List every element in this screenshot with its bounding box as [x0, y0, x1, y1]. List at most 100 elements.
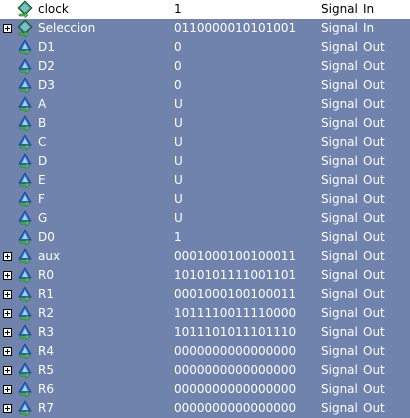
- signal-list: clock 1 Signal In Seleccion 0110000010101001 S…: [0, 0, 410, 418]
- signal-row[interactable]: C U Signal Out: [0, 133, 410, 152]
- expand-plus-icon[interactable]: [3, 385, 12, 394]
- signal-direction: Out: [363, 363, 385, 377]
- expand-plus-icon[interactable]: [3, 24, 12, 33]
- signal-row[interactable]: Seleccion 0110000010101001 Signal In: [0, 19, 410, 38]
- signal-type: Signal: [321, 249, 358, 263]
- signal-row[interactable]: E U Signal Out: [0, 171, 410, 190]
- signal-row[interactable]: F U Signal Out: [0, 190, 410, 209]
- signal-type: Signal: [321, 382, 358, 396]
- signal-name: Seleccion: [38, 21, 96, 35]
- output-signal-icon: [16, 57, 34, 76]
- output-signal-icon: [16, 152, 34, 171]
- signal-name: D3: [38, 78, 55, 92]
- signal-name: R4: [38, 344, 54, 358]
- signal-row[interactable]: D1 0 Signal Out: [0, 38, 410, 57]
- signal-type: Signal: [321, 116, 358, 130]
- signal-row[interactable]: R7 0000000000000000 Signal Out: [0, 399, 410, 418]
- signal-row[interactable]: clock 1 Signal In: [0, 0, 410, 19]
- signal-value: 0: [174, 78, 182, 92]
- signal-value: U: [174, 135, 183, 149]
- output-signal-icon: [16, 323, 34, 342]
- signal-value: 1011101011101110: [174, 325, 297, 339]
- signal-type: Signal: [321, 287, 358, 301]
- signal-row[interactable]: R1 0001000100100011 Signal Out: [0, 285, 410, 304]
- signal-direction: Out: [363, 287, 385, 301]
- signal-name: R1: [38, 287, 54, 301]
- output-signal-icon: [16, 38, 34, 57]
- signal-value: 1011110011110000: [174, 306, 297, 320]
- signal-value: 0000000000000000: [174, 382, 297, 396]
- expand-plus-icon[interactable]: [3, 366, 12, 375]
- signal-direction: In: [363, 21, 375, 35]
- signal-row[interactable]: D U Signal Out: [0, 152, 410, 171]
- signal-direction: Out: [363, 154, 385, 168]
- expand-plus-icon[interactable]: [3, 309, 12, 318]
- signal-row[interactable]: R5 0000000000000000 Signal Out: [0, 361, 410, 380]
- signal-direction: Out: [363, 135, 385, 149]
- signal-name: D: [38, 154, 48, 168]
- signal-value: U: [174, 211, 183, 225]
- signal-name: E: [38, 173, 46, 187]
- signal-row[interactable]: D2 0 Signal Out: [0, 57, 410, 76]
- expand-plus-icon[interactable]: [3, 252, 12, 261]
- signal-direction: Out: [363, 325, 385, 339]
- input-signal-icon: [16, 19, 34, 38]
- signal-name: clock: [38, 2, 69, 16]
- signal-value: 0000000000000000: [174, 363, 297, 377]
- expand-plus-icon[interactable]: [3, 347, 12, 356]
- output-signal-icon: [16, 190, 34, 209]
- signal-type: Signal: [321, 2, 358, 16]
- signal-row[interactable]: R3 1011101011101110 Signal Out: [0, 323, 410, 342]
- signal-direction: Out: [363, 249, 385, 263]
- signal-direction: Out: [363, 268, 385, 282]
- signal-type: Signal: [321, 211, 358, 225]
- signal-name: F: [38, 192, 45, 206]
- signal-type: Signal: [321, 306, 358, 320]
- output-signal-icon: [16, 304, 34, 323]
- signal-direction: Out: [363, 173, 385, 187]
- signal-type: Signal: [321, 325, 358, 339]
- signal-name: B: [38, 116, 47, 130]
- signal-row[interactable]: R0 1010101111001101 Signal Out: [0, 266, 410, 285]
- signal-type: Signal: [321, 192, 358, 206]
- signal-type: Signal: [321, 268, 358, 282]
- signal-row[interactable]: A U Signal Out: [0, 95, 410, 114]
- output-signal-icon: [16, 285, 34, 304]
- signal-name: D0: [38, 230, 55, 244]
- expand-plus-icon[interactable]: [3, 271, 12, 280]
- expand-plus-icon[interactable]: [3, 290, 12, 299]
- signal-value: 0000000000000000: [174, 344, 297, 358]
- signal-value: 1: [174, 2, 182, 16]
- signal-row[interactable]: R6 0000000000000000 Signal Out: [0, 380, 410, 399]
- expand-plus-icon[interactable]: [3, 328, 12, 337]
- signal-direction: Out: [363, 306, 385, 320]
- signal-direction: Out: [363, 116, 385, 130]
- output-signal-icon: [16, 399, 34, 418]
- signal-row[interactable]: aux 0001000100100011 Signal Out: [0, 247, 410, 266]
- signal-value: 0001000100100011: [174, 287, 297, 301]
- signal-type: Signal: [321, 401, 358, 415]
- output-signal-icon: [16, 380, 34, 399]
- signal-row[interactable]: G U Signal Out: [0, 209, 410, 228]
- output-signal-icon: [16, 76, 34, 95]
- signal-value: 0110000010101001: [174, 21, 297, 35]
- signal-type: Signal: [321, 173, 358, 187]
- signal-type: Signal: [321, 363, 358, 377]
- signal-direction: In: [363, 2, 375, 16]
- signal-direction: Out: [363, 382, 385, 396]
- input-signal-icon: [16, 0, 34, 19]
- signal-type: Signal: [321, 230, 358, 244]
- output-signal-icon: [16, 95, 34, 114]
- signal-name: aux: [38, 249, 61, 263]
- signal-name: R3: [38, 325, 54, 339]
- signal-direction: Out: [363, 192, 385, 206]
- signal-row[interactable]: R2 1011110011110000 Signal Out: [0, 304, 410, 323]
- signal-direction: Out: [363, 211, 385, 225]
- signal-row[interactable]: D0 1 Signal Out: [0, 228, 410, 247]
- signal-name: R0: [38, 268, 54, 282]
- signal-row[interactable]: R4 0000000000000000 Signal Out: [0, 342, 410, 361]
- signal-row[interactable]: B U Signal Out: [0, 114, 410, 133]
- expand-plus-icon[interactable]: [3, 404, 12, 413]
- output-signal-icon: [16, 171, 34, 190]
- signal-row[interactable]: D3 0 Signal Out: [0, 76, 410, 95]
